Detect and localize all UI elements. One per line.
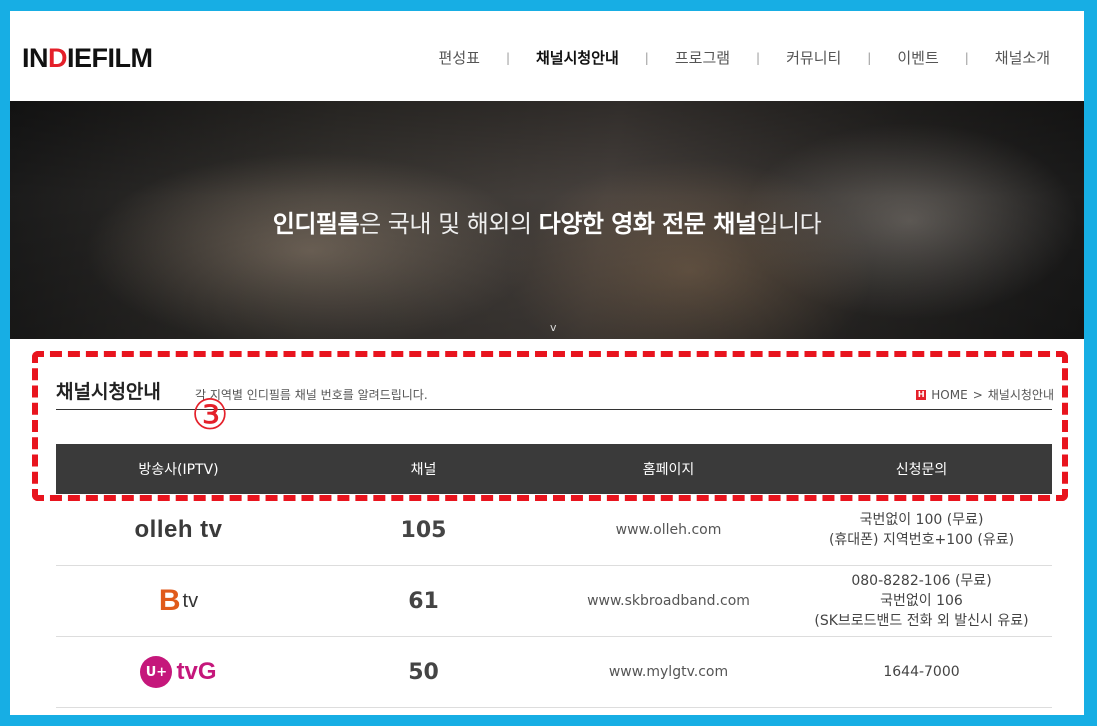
homepage-link[interactable]: www.skbroadband.com (546, 566, 791, 636)
channel-number: 61 (408, 588, 439, 614)
channel-number: 105 (400, 517, 447, 543)
table-row: olleh tv 105 www.olleh.com 국번없이 100 (무료)… (56, 495, 1052, 566)
inquiry-line: 080-8282-106 (무료) (851, 573, 992, 589)
lg-uplus-icon: U+ (140, 656, 173, 688)
nav-separator: | (505, 50, 510, 65)
hero-headline: 인디필름은 국내 및 해외의 다양한 영화 전문 채널입니다 (10, 204, 1084, 239)
inquiry-line: (휴대폰) 지역번호+100 (유료) (828, 532, 1015, 548)
provider-logo-lg: U+ tvG (56, 637, 301, 707)
nav-event[interactable]: 이벤트 (897, 47, 938, 68)
nav-separator: | (867, 50, 872, 65)
lg-logo-tvg: tvG (176, 658, 217, 685)
nav-separator: | (644, 50, 649, 65)
hero-bold-brand: 인디필름 (272, 210, 360, 238)
nav-about[interactable]: 채널소개 (995, 47, 1050, 68)
logo-accent: D (48, 43, 68, 73)
inquiry-line: 국번없이 100 (무료) (859, 512, 984, 528)
nav-program[interactable]: 프로그램 (675, 47, 730, 68)
nav-channel-guide[interactable]: 채널시청안내 (536, 47, 619, 68)
inquiry-line: 국번없이 106 (880, 593, 963, 609)
homepage-link[interactable]: www.olleh.com (546, 495, 791, 565)
provider-logo-olleh: olleh tv (56, 495, 301, 565)
inquiry-line: 1644-7000 (883, 664, 960, 680)
btv-logo: Btv (159, 584, 198, 618)
nav-separator: | (756, 50, 761, 65)
site-logo[interactable]: INDIEFILM (22, 43, 153, 74)
inquiry-info: 국번없이 100 (무료) (휴대폰) 지역번호+100 (유료) (791, 495, 1052, 565)
table-row: Btv 61 www.skbroadband.com 080-8282-106 … (56, 566, 1052, 637)
btv-logo-b: B (158, 584, 181, 617)
inquiry-info: 1644-7000 (791, 637, 1052, 707)
inquiry-info: 080-8282-106 (무료) 국번없이 106 (SK브로드밴드 전화 외… (791, 566, 1052, 636)
provider-logo-btv: Btv (56, 566, 301, 636)
btv-logo-tv: tv (182, 589, 199, 612)
olleh-logo: olleh tv (134, 516, 223, 543)
lg-logo: U+ tvG (140, 656, 217, 688)
inquiry-line: (SK브로드밴드 전화 외 발신시 유료) (814, 613, 1029, 629)
hero-text-1: 은 국내 및 해외의 (359, 210, 539, 238)
scroll-down-icon[interactable]: v (550, 321, 557, 334)
channel-number: 50 (408, 659, 439, 685)
homepage-link[interactable]: www.mylgtv.com (546, 637, 791, 707)
main-nav: 편성표 | 채널시청안내 | 프로그램 | 커뮤니티 | 이벤트 | 채널소개 (439, 47, 1050, 68)
table-row: U+ tvG 50 www.mylgtv.com 1644-7000 (56, 637, 1052, 708)
hero-banner: 인디필름은 국내 및 해외의 다양한 영화 전문 채널입니다 v (10, 101, 1084, 339)
page-frame: INDIEFILM 편성표 | 채널시청안내 | 프로그램 | 커뮤니티 | 이… (10, 11, 1084, 715)
site-header: INDIEFILM 편성표 | 채널시청안내 | 프로그램 | 커뮤니티 | 이… (10, 11, 1084, 101)
hero-bold-desc: 다양한 영화 전문 채널 (538, 210, 757, 238)
nav-community[interactable]: 커뮤니티 (786, 47, 841, 68)
nav-separator: | (964, 50, 969, 65)
annotation-marker: ③ (191, 390, 229, 439)
nav-schedule[interactable]: 편성표 (439, 47, 480, 68)
hero-text-2: 입니다 (756, 210, 822, 238)
